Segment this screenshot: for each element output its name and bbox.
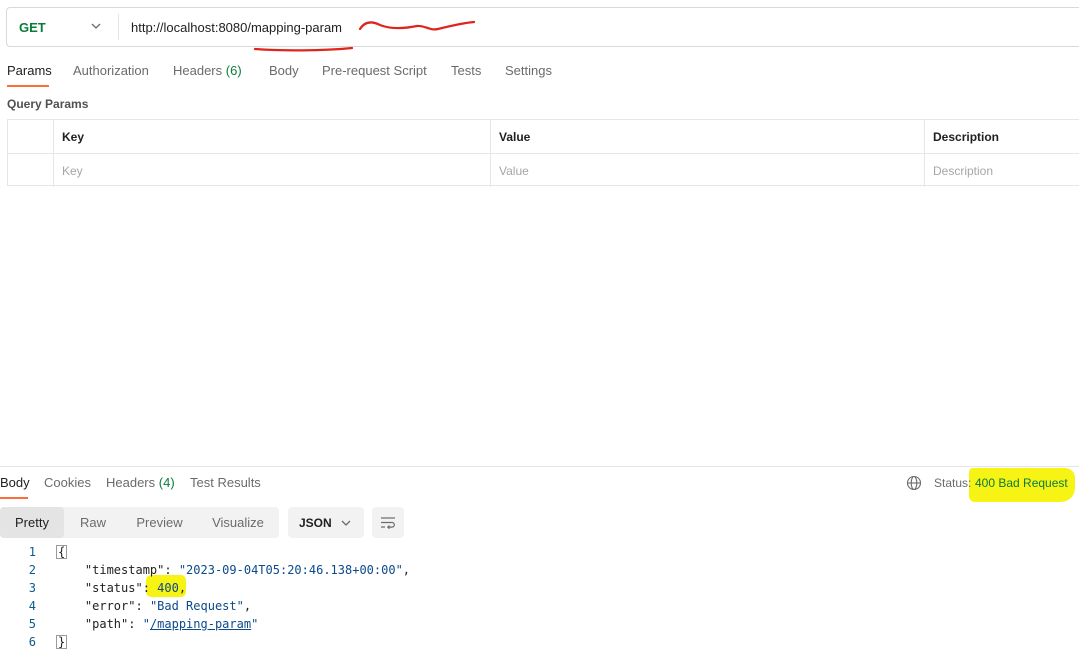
json-punctuation: :	[142, 581, 158, 595]
chevron-down-icon	[91, 23, 101, 29]
json-link[interactable]: /mapping-param	[150, 617, 251, 631]
globe-icon[interactable]	[906, 475, 922, 491]
line-number: 1	[28, 545, 36, 559]
query-params-table: Key Value Description Key Value Descript…	[7, 119, 1079, 187]
status-badge[interactable]: 400 Bad Request	[975, 476, 1068, 490]
column-header-key: Key	[53, 120, 490, 153]
view-pretty-button[interactable]: Pretty	[0, 507, 64, 538]
view-visualize-button[interactable]: Visualize	[197, 507, 279, 538]
url-input[interactable]: http://localhost:8080/mapping-param	[131, 20, 342, 35]
json-key: "error"	[56, 599, 136, 613]
format-dropdown[interactable]: JSON	[288, 507, 364, 538]
brace-token: {	[56, 545, 68, 559]
json-punctuation: ,	[402, 563, 411, 577]
tab-tests[interactable]: Tests	[451, 63, 481, 78]
line-number: 5	[28, 617, 36, 631]
format-label: JSON	[299, 516, 332, 530]
response-body-code[interactable]: 1 {2 "timestamp": "2023-09-04T05:20:46.13…	[0, 542, 1079, 660]
tab-params[interactable]: Params	[7, 63, 52, 78]
query-params-title: Query Params	[7, 97, 89, 111]
tab-settings[interactable]: Settings	[505, 63, 552, 78]
json-number: 400	[157, 581, 179, 595]
method-label: GET	[19, 20, 46, 35]
line-number: 3	[28, 581, 36, 595]
brace-token: }	[56, 635, 68, 649]
chevron-down-icon	[341, 520, 351, 526]
json-string: "	[142, 617, 150, 631]
table-header-row: Key Value Description	[8, 120, 1079, 153]
method-dropdown[interactable]: GET	[7, 8, 119, 46]
json-punctuation: :	[128, 617, 143, 631]
row-checkbox-cell[interactable]	[8, 154, 53, 187]
code-line: }	[56, 635, 68, 649]
tab-cookies[interactable]: Cookies	[44, 475, 91, 490]
table-row: Key Value Description	[8, 153, 1079, 187]
code-line: "path": "/mapping-param"	[56, 617, 258, 631]
code-line: "error": "Bad Request",	[56, 599, 251, 613]
json-key: "path"	[56, 617, 129, 631]
json-punctuation: :	[135, 599, 150, 613]
line-number: 6	[28, 635, 36, 649]
json-punctuation: ,	[243, 599, 252, 613]
tab-active-indicator	[0, 497, 28, 499]
row-checkbox-cell	[8, 120, 53, 153]
json-key: "status"	[56, 581, 143, 595]
code-line: "timestamp": "2023-09-04T05:20:46.138+00…	[56, 563, 410, 577]
json-string: "2023-09-04T05:20:46.138+00:00"	[178, 563, 403, 577]
tab-test-results[interactable]: Test Results	[190, 475, 261, 490]
response-divider[interactable]	[0, 466, 1079, 467]
column-header-value: Value	[490, 120, 924, 153]
view-mode-switcher: Pretty Raw Preview Visualize	[0, 507, 279, 538]
column-header-description: Description	[924, 120, 1079, 153]
response-status: Status: 400 Bad Request	[906, 474, 1079, 494]
line-number: 4	[28, 599, 36, 613]
json-punctuation: :	[164, 563, 179, 577]
value-input[interactable]: Value	[490, 154, 924, 187]
tab-response-headers[interactable]: Headers (4)	[106, 475, 175, 490]
code-line: {	[56, 545, 68, 559]
tab-response-body[interactable]: Body	[0, 475, 30, 490]
view-preview-button[interactable]: Preview	[122, 507, 197, 538]
json-punctuation: ,	[178, 581, 187, 595]
status-label: Status:	[934, 476, 972, 490]
key-input[interactable]: Key	[53, 154, 490, 187]
tab-body[interactable]: Body	[269, 63, 299, 78]
tab-pre-request-script[interactable]: Pre-request Script	[322, 63, 427, 78]
view-raw-button[interactable]: Raw	[64, 507, 122, 538]
code-line: "status": 400,	[56, 581, 186, 595]
description-input[interactable]: Description	[924, 154, 1079, 187]
json-key: "timestamp"	[56, 563, 165, 577]
url-separator	[118, 14, 119, 40]
wrap-lines-button[interactable]	[372, 507, 404, 538]
tab-headers[interactable]: Headers (6)	[173, 63, 242, 78]
tab-active-indicator	[7, 85, 49, 87]
line-number: 2	[28, 563, 36, 577]
url-bar: GET http://localhost:8080/mapping-param	[6, 7, 1079, 52]
tab-authorization[interactable]: Authorization	[73, 63, 149, 78]
json-string: "Bad Request"	[149, 599, 244, 613]
wrap-lines-icon	[381, 517, 395, 530]
json-string: "	[251, 617, 259, 631]
